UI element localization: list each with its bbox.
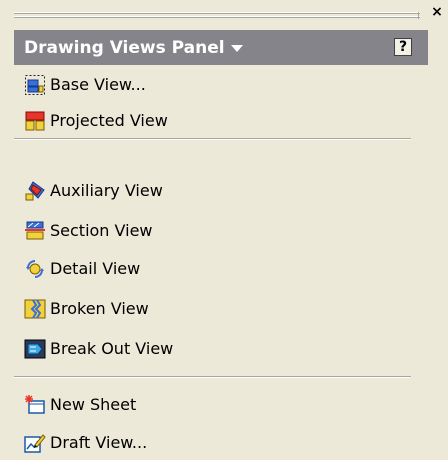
new-sheet-icon [24, 394, 46, 416]
menu-item-label: Broken View [50, 299, 149, 318]
chevron-down-icon [230, 44, 243, 52]
broken-view-icon [24, 298, 46, 320]
help-button[interactable]: ? [394, 38, 412, 56]
break-out-view-icon [24, 338, 46, 360]
menu-item-new-sheet[interactable]: New Sheet [14, 388, 414, 422]
base-view-icon [24, 74, 46, 96]
toolbar-grip[interactable] [14, 10, 426, 24]
detail-view-icon [24, 258, 46, 280]
auxiliary-view-icon [24, 180, 46, 202]
menu-item-label: Auxiliary View [50, 181, 163, 200]
menu-item-draft-view[interactable]: Draft View... [14, 426, 414, 460]
menu-item-label: Break Out View [50, 339, 174, 358]
menu-item-label: Draft View... [50, 433, 148, 452]
section-view-icon [24, 220, 46, 242]
menu-item-detail-view[interactable]: Detail View [14, 252, 414, 286]
menu-item-label: Detail View [50, 259, 141, 278]
menu-item-label: Projected View [50, 111, 168, 130]
menu-item-projected-view[interactable]: Projected View [14, 104, 414, 138]
menu-item-label: New Sheet [50, 395, 137, 414]
close-icon[interactable]: × [430, 5, 444, 19]
grip-end [418, 12, 419, 19]
menu-item-label: Section View [50, 221, 153, 240]
separator [14, 138, 411, 140]
grip-line [14, 16, 420, 18]
menu-item-label: Base View... [50, 75, 146, 94]
panel-title-dropdown[interactable]: Drawing Views Panel [24, 38, 243, 58]
menu-item-base-view[interactable]: Base View... [14, 68, 414, 102]
projected-view-icon [24, 110, 46, 132]
panel-title: Drawing Views Panel [24, 38, 225, 58]
menu-item-break-out-view[interactable]: Break Out View [14, 332, 414, 366]
panel-header[interactable]: Drawing Views Panel ? [14, 30, 428, 65]
grip-line [14, 12, 420, 14]
menu-item-auxiliary-view[interactable]: Auxiliary View [14, 174, 414, 208]
menu-item-broken-view[interactable]: Broken View [14, 292, 414, 326]
separator [14, 376, 411, 378]
menu-item-section-view[interactable]: Section View [14, 214, 414, 248]
draft-view-icon [24, 432, 46, 454]
